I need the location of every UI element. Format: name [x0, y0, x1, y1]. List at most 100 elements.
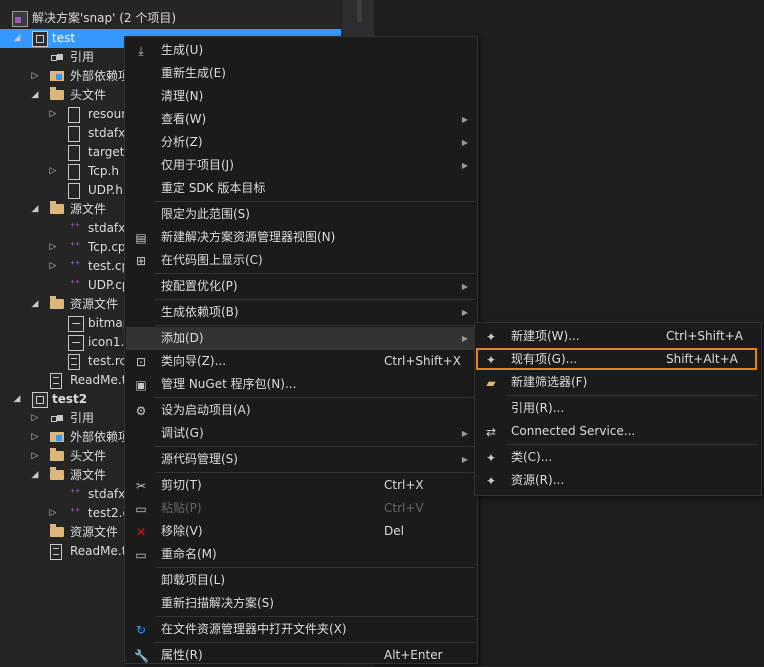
context_menu-item-label: 粘贴(P)	[161, 501, 202, 515]
menu-separator	[155, 616, 475, 617]
context_menu-item-label: 重新生成(E)	[161, 66, 226, 80]
collapse-arrow-icon[interactable]: ◢	[12, 29, 22, 48]
context_menu-item[interactable]: ▣ 管理 NuGet 程序包(N)...	[126, 373, 476, 396]
tree-item-label: 外部依赖项	[70, 430, 131, 444]
file-icon	[68, 126, 80, 142]
folderext-icon	[50, 71, 64, 81]
context_menu-item[interactable]: ⚙ 设为启动项目(A)	[126, 399, 476, 422]
folder-icon	[50, 201, 64, 214]
submenu-item[interactable]: ✦ 资源(R)...	[476, 469, 760, 492]
folder-icon	[50, 524, 64, 537]
context_menu-item[interactable]: ▭ 重命名(M)	[126, 543, 476, 566]
context_menu-item[interactable]: 限定为此范围(S)	[126, 203, 476, 226]
context_menu-item-shortcut: Alt+Enter	[384, 648, 443, 662]
context_menu-item[interactable]: 仅用于项目(J) ▶	[126, 154, 476, 177]
doc-icon	[50, 373, 62, 389]
context_menu-item-label: 重定 SDK 版本目标	[161, 181, 266, 195]
tree-item-label: 资源文件	[70, 525, 119, 539]
expand-arrow-icon[interactable]: ▷	[30, 428, 40, 447]
submenu-arrow-icon: ▶	[461, 138, 468, 147]
solution-title: 解决方案'snap' (2 个项目)	[32, 11, 177, 25]
ref-icon	[50, 411, 64, 425]
collapse-arrow-icon[interactable]: ◢	[30, 295, 40, 314]
tree-item-label: 资源文件	[70, 297, 119, 311]
img-icon	[68, 316, 84, 332]
collapse-arrow-icon[interactable]: ◢	[30, 86, 40, 105]
submenu-item-label: 资源(R)...	[511, 473, 565, 487]
context_menu-item[interactable]: 重定 SDK 版本目标	[126, 177, 476, 200]
context_menu-item[interactable]: 分析(Z) ▶	[126, 131, 476, 154]
submenu-item[interactable]: ⇄ Connected Service...	[476, 420, 760, 443]
expand-arrow-icon[interactable]: ▷	[48, 504, 58, 523]
proj-icon	[32, 31, 48, 47]
context_menu-item[interactable]: 🔧 属性(R) Alt+Enter	[126, 644, 476, 667]
submenu-arrow-icon: ▶	[461, 282, 468, 291]
submenu-item[interactable]: ▰ 新建筛选器(F)	[476, 371, 760, 394]
context_menu-item-label: 新建解决方案资源管理器视图(N)	[161, 230, 336, 244]
menu-separator	[155, 273, 475, 274]
class-wizard-icon: ⊡	[135, 355, 147, 369]
context_menu-item[interactable]: ✕ 移除(V) Del	[126, 520, 476, 543]
remove-icon: ✕	[135, 525, 147, 539]
context_menu-item-label: 调试(G)	[161, 426, 204, 440]
code-map-icon: ⊞	[135, 254, 147, 268]
context_menu-item[interactable]: 调试(G) ▶	[126, 422, 476, 445]
file-icon	[68, 107, 80, 123]
context_menu-item[interactable]: ▤ 新建解决方案资源管理器视图(N)	[126, 226, 476, 249]
cpp-icon: ⁺⁺	[69, 488, 81, 499]
cpp-icon: ⁺⁺	[69, 241, 81, 252]
context_menu-item-label: 查看(W)	[161, 112, 207, 126]
submenu-item-label: 新建筛选器(F)	[511, 375, 588, 389]
tree-item-label: stdafx	[88, 221, 126, 235]
context_menu-item[interactable]: 添加(D) ▶	[126, 327, 476, 350]
context_menu-item-label: 在代码图上显示(C)	[161, 253, 263, 267]
context-menu: ⤓ 生成(U) 重新生成(E) 清理(N) 查看(W) ▶ 分析(Z) ▶ 仅用于项目(J) ▶ 重…	[124, 36, 478, 664]
context_menu-item[interactable]: 卸载项目(L)	[126, 569, 476, 592]
scrollbar-thumb[interactable]	[357, 0, 362, 22]
context_menu-item[interactable]: 源代码管理(S) ▶	[126, 448, 476, 471]
context_menu-item[interactable]: ⤓ 生成(U)	[126, 39, 476, 62]
expand-arrow-icon[interactable]: ▷	[30, 409, 40, 428]
submenu-item[interactable]: 引用(R)...	[476, 397, 760, 420]
tree-item-label: icon1.i	[88, 335, 128, 349]
menu-separator	[505, 395, 759, 396]
context_menu-item[interactable]: 重新生成(E)	[126, 62, 476, 85]
submenu-item[interactable]: ✦ 类(C)...	[476, 446, 760, 469]
expand-arrow-icon[interactable]: ▷	[48, 162, 58, 181]
context_menu-item[interactable]: 生成依赖项(B) ▶	[126, 301, 476, 324]
expand-arrow-icon[interactable]: ▷	[48, 238, 58, 257]
context_menu-item[interactable]: ▭ 粘贴(P) Ctrl+V	[126, 497, 476, 520]
submenu-item-label: 引用(R)...	[511, 401, 565, 415]
context_menu-item[interactable]: ⊞ 在代码图上显示(C)	[126, 249, 476, 272]
tree-item-label: ReadMe.t	[70, 373, 127, 387]
submenu-arrow-icon: ▶	[461, 455, 468, 464]
context_menu-item[interactable]: 查看(W) ▶	[126, 108, 476, 131]
tree-item-label: 源文件	[70, 468, 107, 482]
tree-item-label: UDP.h	[88, 183, 123, 197]
collapse-arrow-icon[interactable]: ◢	[12, 390, 22, 409]
context_menu-item[interactable]: ✂ 剪切(T) Ctrl+X	[126, 474, 476, 497]
context_menu-item[interactable]: 重新扫描解决方案(S)	[126, 592, 476, 615]
context_menu-item-shortcut: Del	[384, 524, 404, 538]
context_menu-item-label: 重命名(M)	[161, 547, 217, 561]
expand-arrow-icon[interactable]: ▷	[48, 105, 58, 124]
context_menu-item[interactable]: 按配置优化(P) ▶	[126, 275, 476, 298]
cpp-icon: ⁺⁺	[69, 222, 81, 233]
expand-arrow-icon[interactable]: ▷	[30, 447, 40, 466]
expand-arrow-icon[interactable]: ▷	[48, 257, 58, 276]
collapse-arrow-icon[interactable]: ◢	[30, 200, 40, 219]
solution-node[interactable]: 解决方案'snap' (2 个项目)	[0, 9, 341, 28]
menu-separator	[155, 567, 475, 568]
ref-icon	[50, 50, 64, 64]
collapse-arrow-icon[interactable]: ◢	[30, 466, 40, 485]
solution-icon	[12, 11, 28, 27]
context_menu-item-shortcut: Ctrl+Shift+X	[384, 354, 461, 368]
submenu-item[interactable]: ✦ 新建项(W)... Ctrl+Shift+A	[476, 325, 760, 348]
context_menu-item-label: 剪切(T)	[161, 478, 202, 492]
build-icon: ⤓	[138, 44, 144, 58]
context_menu-item[interactable]: ↻ 在文件资源管理器中打开文件夹(X)	[126, 618, 476, 641]
expand-arrow-icon[interactable]: ▷	[30, 67, 40, 86]
context_menu-item[interactable]: 清理(N)	[126, 85, 476, 108]
doc-icon	[68, 354, 80, 370]
context_menu-item[interactable]: ⊡ 类向导(Z)... Ctrl+Shift+X	[126, 350, 476, 373]
